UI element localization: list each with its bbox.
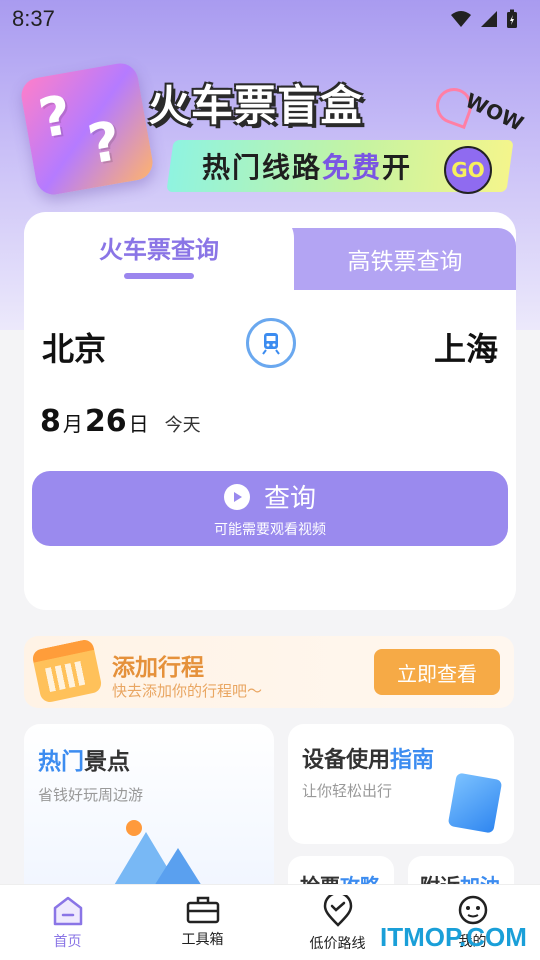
status-icons [450,9,518,29]
tab-high-speed-rail[interactable]: 高铁票查询 [294,228,516,290]
nav-label: 工具箱 [181,932,224,948]
banner-title: 火车票盲盒 [148,81,364,130]
date-day: 26 [84,404,127,439]
location-check-icon [323,895,352,927]
calendar-icon [31,638,103,704]
device-guide-card[interactable]: 设备使用指南 让你轻松出行 [288,724,514,844]
add-trip-card[interactable]: 添加行程 快去添加你的行程吧～ 立即查看 [24,636,514,708]
blind-box-banner[interactable]: ? ? 火车票盲盒 热门线路免费开 WOW GO [18,60,528,210]
departure-date[interactable]: 8 月 26 日 今天 [40,404,201,439]
nav-label: 低价路线 [309,936,366,952]
mystery-cube-icon: ? ? [18,60,156,198]
tab-train-ticket[interactable]: 火车票查询 [24,212,294,292]
nav-home[interactable]: 首页 [0,885,135,960]
home-icon [53,896,82,926]
watermark-text: ITMOP.COM [380,922,527,952]
search-form: 北京 上海 8 月 26 日 今天 查询 可能需要观看视频 [24,292,516,610]
query-label: 查询 [263,484,316,514]
banner-subtitle: 热门线路免费开 [202,151,413,184]
wow-label: WOW [461,88,528,136]
battery-icon [507,9,517,28]
departure-city[interactable]: 北京 [42,324,106,370]
status-bar: 8:37 [0,0,540,38]
scenic-title: 热门景点 [38,749,130,775]
tab-label: 火车票查询 [99,235,219,264]
book-icon [447,772,503,834]
sun-icon [126,820,142,836]
go-button[interactable]: GO [444,146,492,194]
trip-title: 添加行程 [112,655,204,681]
relative-day: 今天 [164,415,201,436]
guide-title: 设备使用指南 [302,748,435,773]
trip-subtitle: 快去添加你的行程吧～ [112,682,263,700]
tab-underline [124,272,194,279]
play-icon [223,483,250,510]
view-now-button[interactable]: 立即查看 [374,649,500,695]
scenic-subtitle: 省钱好玩周边游 [38,786,144,804]
ticket-search-card: 高铁票查询 火车票查询 北京 上海 8 月 26 日 今天 查询 可能需要观看视… [24,212,516,610]
day-unit: 日 [128,412,149,436]
nav-label: 首页 [53,934,82,950]
toolbox-icon [186,896,219,924]
signal-icon [481,11,497,27]
nav-toolbox[interactable]: 工具箱 [135,885,270,960]
arrival-city[interactable]: 上海 [434,324,498,370]
train-icon [262,333,280,355]
swap-cities-button[interactable] [246,318,296,368]
query-hint: 可能需要观看视频 [214,522,326,538]
status-time: 8:37 [12,6,55,31]
date-month: 8 [40,404,61,439]
wifi-icon [451,11,471,27]
guide-subtitle: 让你轻松出行 [302,782,393,800]
tab-label: 高铁票查询 [347,249,463,275]
month-unit: 月 [62,412,83,436]
query-button[interactable]: 查询 可能需要观看视频 [32,471,508,546]
